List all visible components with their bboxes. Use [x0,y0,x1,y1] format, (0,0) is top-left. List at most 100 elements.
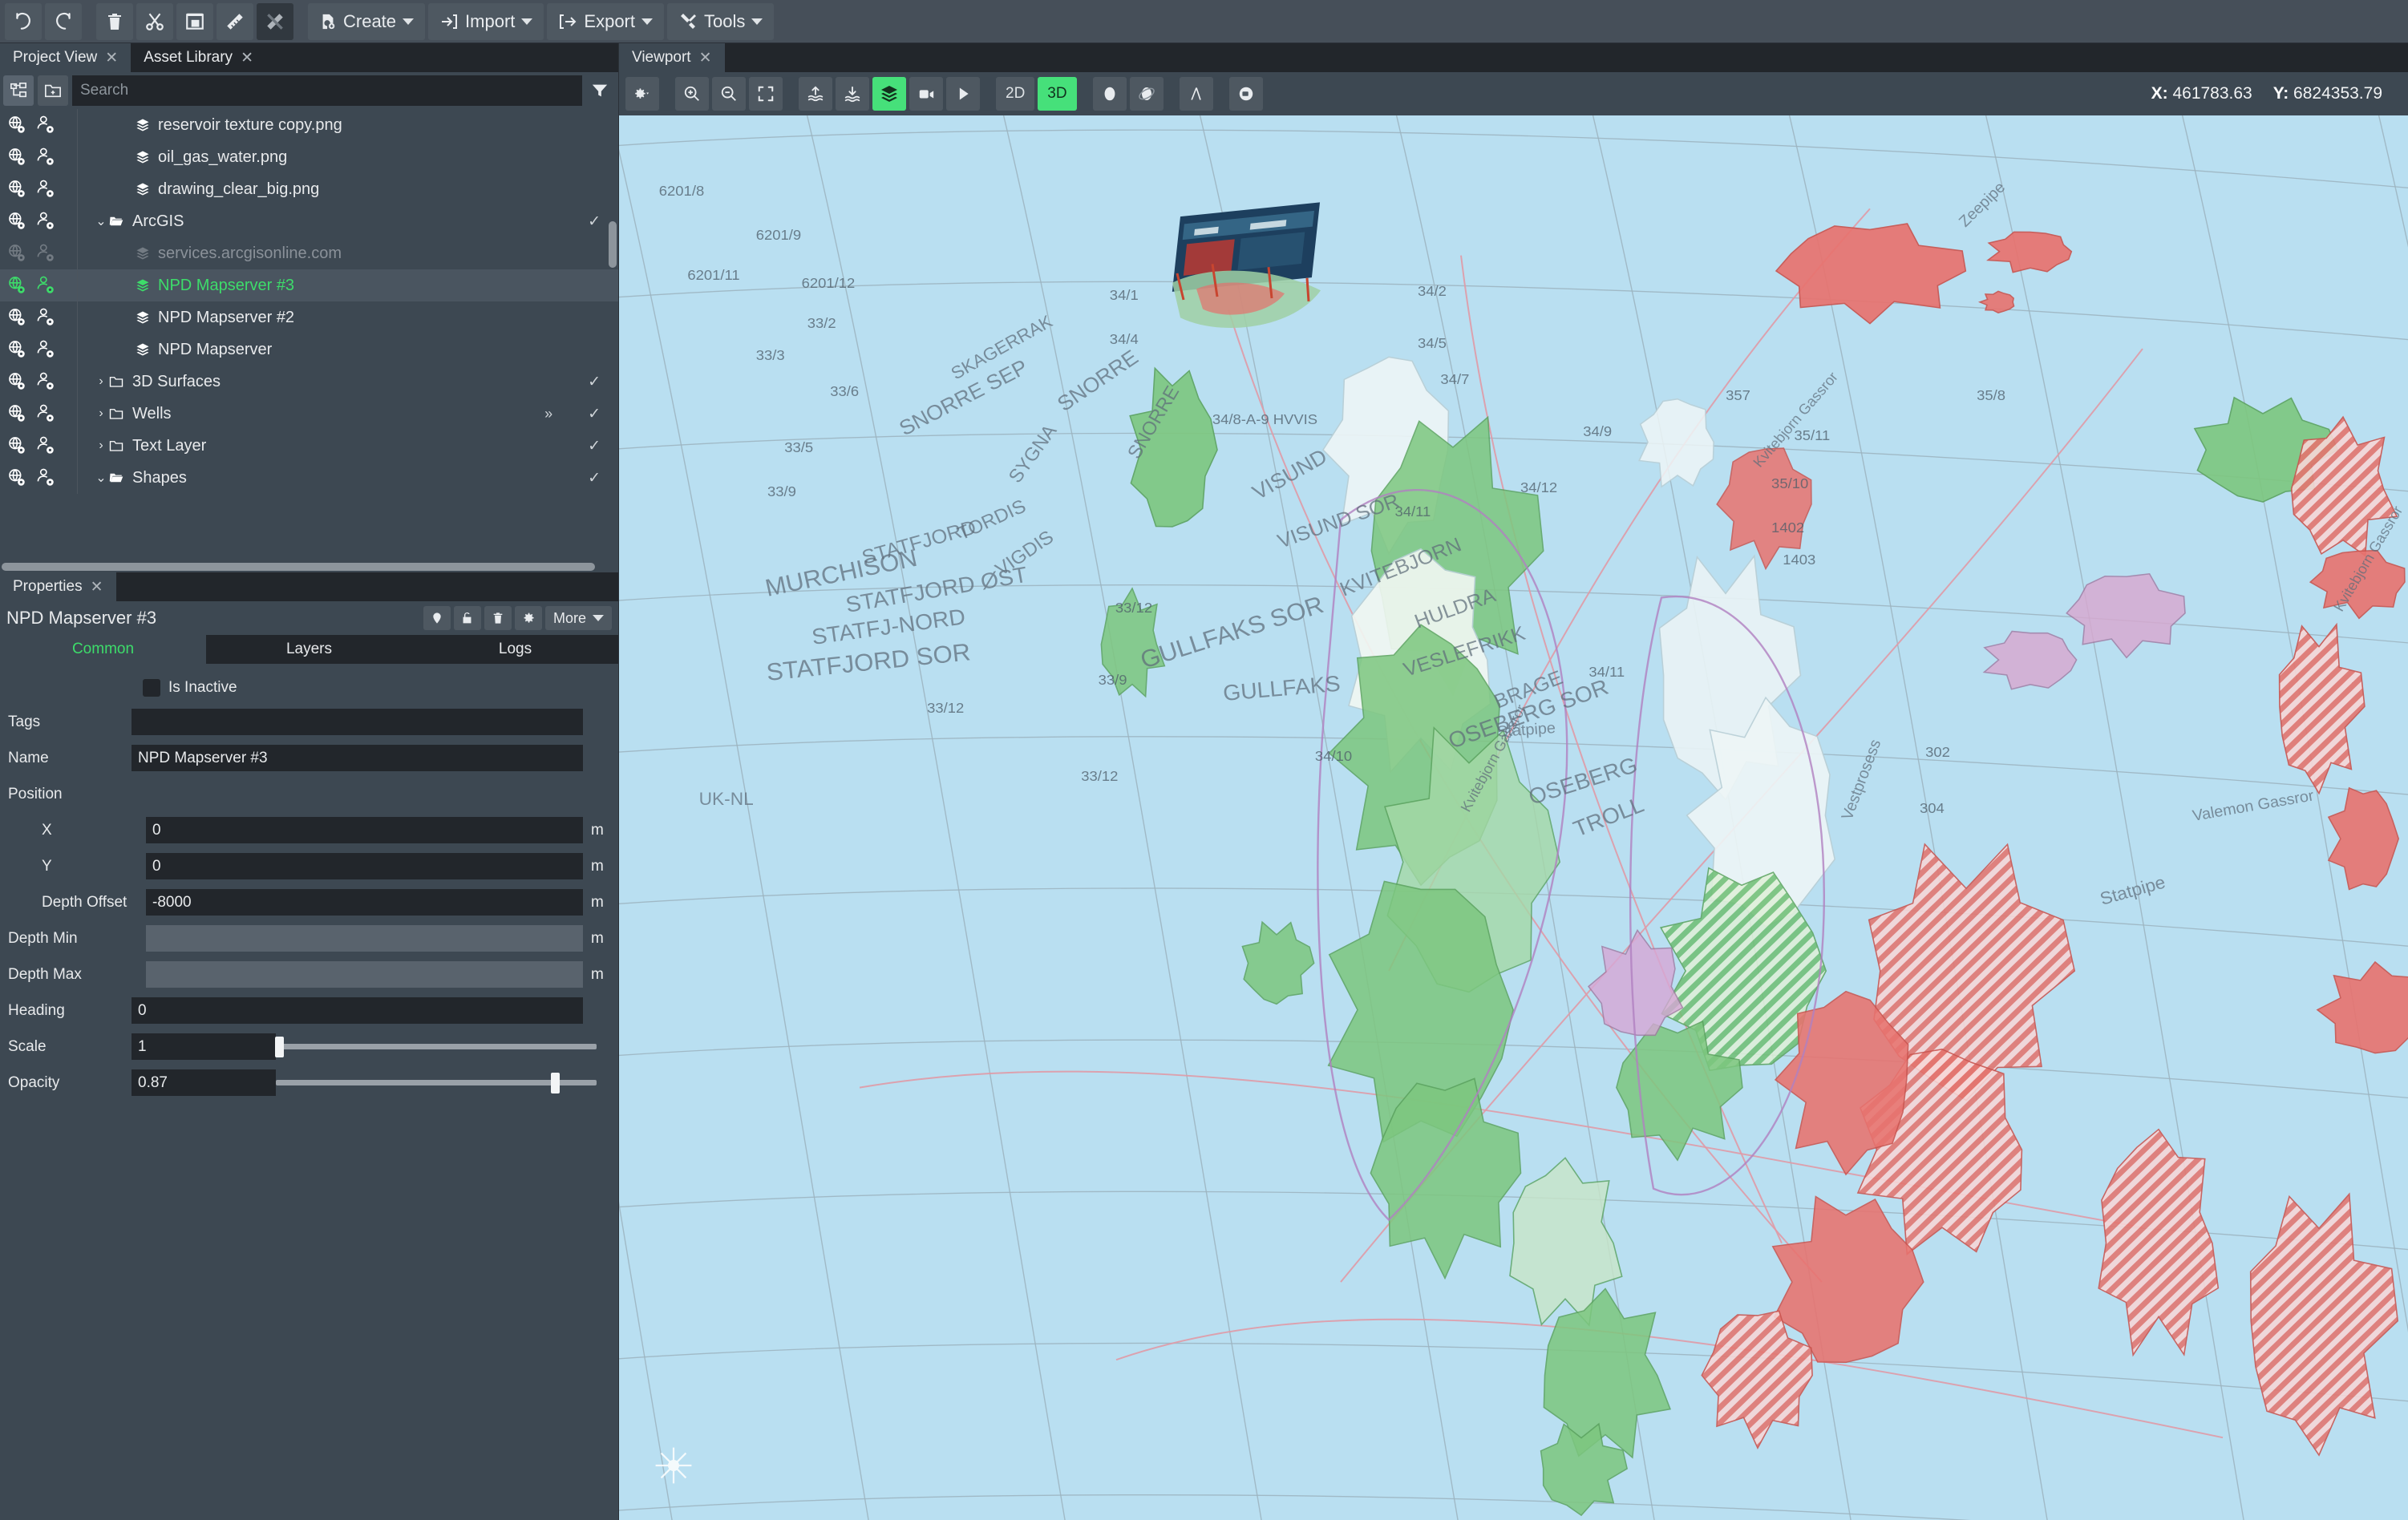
tree-horizontal-scrollbar[interactable] [2,563,595,571]
view-3d-button[interactable]: 3D [1038,77,1077,111]
visibility-toggles[interactable] [0,339,77,360]
tree-vertical-scrollbar[interactable] [609,221,617,268]
globe-visibility-icon[interactable] [6,115,27,135]
field-input-x[interactable] [146,817,583,843]
orbit-button[interactable] [1129,77,1164,111]
close-icon[interactable]: ✕ [241,51,253,66]
globe-visibility-icon[interactable] [6,371,27,392]
pin-icon[interactable] [423,606,451,630]
tab-layers[interactable]: Layers [206,635,412,664]
field-input-y[interactable] [146,853,583,879]
slider-opacity[interactable] [276,1069,597,1096]
field-input-depth-offset[interactable] [146,889,583,916]
tree-item-shapes[interactable]: ⌄ Shapes ✓ [0,462,618,494]
visibility-toggles[interactable] [0,371,77,392]
slider-value-opacity[interactable] [132,1069,276,1096]
tree-item-check-icon[interactable]: ✓ [588,437,618,455]
visibility-toggles[interactable] [0,179,77,200]
tree-item-check-icon[interactable]: ✓ [588,469,618,487]
create-menu[interactable]: Create [308,2,426,40]
frame-select-button[interactable] [176,2,213,40]
person-visibility-icon[interactable] [35,179,56,200]
globe-visibility-icon[interactable] [6,275,27,296]
cut-button[interactable] [136,2,173,40]
globe-visibility-icon[interactable] [6,307,27,328]
layers-toggle-button[interactable] [872,77,906,111]
tree-item-text-layer[interactable]: › Text Layer ✓ [0,430,618,462]
tab-logs[interactable]: Logs [412,635,618,664]
close-icon[interactable]: ✕ [699,51,712,66]
raise-surface-button[interactable] [799,77,832,111]
visibility-toggles[interactable] [0,467,77,488]
field-input-heading[interactable] [132,997,583,1024]
tab-common[interactable]: Common [0,635,206,664]
visibility-toggles[interactable] [0,275,77,296]
chevron-down-icon[interactable]: ⌄ [94,213,108,229]
chevron-down-icon[interactable]: ⌄ [94,470,108,486]
close-icon[interactable]: ✕ [91,580,103,595]
trash-icon[interactable] [484,606,512,630]
play-button[interactable] [946,77,980,111]
tree-item-npd-mapserver[interactable]: NPD Mapserver [0,334,618,366]
light-button[interactable] [1092,77,1127,111]
person-visibility-icon[interactable] [35,275,56,296]
import-menu[interactable]: Import [428,2,544,40]
person-visibility-icon[interactable] [35,211,56,232]
zoom-in-button[interactable] [675,77,709,111]
tree-item-wells[interactable]: › Wells » ✓ [0,398,618,430]
undo-button[interactable] [5,2,42,40]
person-visibility-icon[interactable] [35,435,56,456]
unlock-icon[interactable] [453,606,481,630]
export-menu[interactable]: Export [547,2,664,40]
chevron-right-icon[interactable]: › [94,406,108,421]
tree-item-reservoir-texture-copy-png[interactable]: reservoir texture copy.png [0,109,618,141]
person-visibility-icon[interactable] [35,115,56,135]
is-inactive-checkbox[interactable] [143,679,160,697]
person-visibility-icon[interactable] [35,339,56,360]
tools-menu[interactable]: Tools [667,2,775,40]
gear-icon[interactable] [514,606,542,630]
close-icon[interactable]: ✕ [105,51,118,66]
visibility-toggles[interactable] [0,243,77,264]
slider-value-scale[interactable] [132,1033,276,1060]
search-input[interactable] [72,75,582,106]
field-input-name[interactable] [132,745,583,771]
tab-viewport[interactable]: Viewport ✕ [619,43,725,72]
visibility-toggles[interactable] [0,403,77,424]
record-button[interactable] [909,77,943,111]
delete-button[interactable] [96,2,133,40]
tab-project-view[interactable]: Project View ✕ [0,43,132,72]
globe-visibility-icon[interactable] [6,467,27,488]
globe-visibility-icon[interactable] [6,339,27,360]
redo-button[interactable] [45,2,82,40]
filter-icon[interactable] [586,75,613,106]
tree-item-oil-gas-water-png[interactable]: oil_gas_water.png [0,141,618,173]
settings-button[interactable] [625,77,659,111]
person-visibility-icon[interactable] [35,403,56,424]
slider-knob[interactable] [551,1072,560,1094]
ruler-disabled-button[interactable] [257,2,293,40]
fit-screen-button[interactable] [749,77,783,111]
tree-item-check-icon[interactable]: ✓ [588,373,618,391]
ruler-icon-button[interactable] [217,2,253,40]
view-2d-button[interactable]: 2D [996,77,1035,111]
chevron-right-icon[interactable]: › [94,439,108,453]
visibility-toggles[interactable] [0,147,77,168]
more-menu[interactable]: More [544,606,612,630]
tree-item-services-arcgisonline-com[interactable]: services.arcgisonline.com [0,237,618,269]
field-input-tags[interactable] [132,709,583,735]
visibility-toggles[interactable] [0,115,77,135]
globe-visibility-icon[interactable] [6,243,27,264]
globe-visibility-icon[interactable] [6,211,27,232]
person-visibility-icon[interactable] [35,307,56,328]
tree-item-npd-mapserver-2[interactable]: NPD Mapserver #2 [0,301,618,334]
tab-asset-library[interactable]: Asset Library ✕ [131,43,266,72]
person-visibility-icon[interactable] [35,371,56,392]
visibility-toggles[interactable] [0,211,77,232]
new-folder-icon[interactable] [38,75,68,106]
globe-visibility-icon[interactable] [6,179,27,200]
tree-item-npd-mapserver-3[interactable]: NPD Mapserver #3 [0,269,618,301]
tab-properties[interactable]: Properties ✕ [0,572,116,601]
map-3d-viewport[interactable]: SNORRE SEP SNORRE SKAGERRAK SYGNA SNORRE TORD… [619,115,2408,1520]
chevron-right-icon[interactable]: › [94,374,108,389]
